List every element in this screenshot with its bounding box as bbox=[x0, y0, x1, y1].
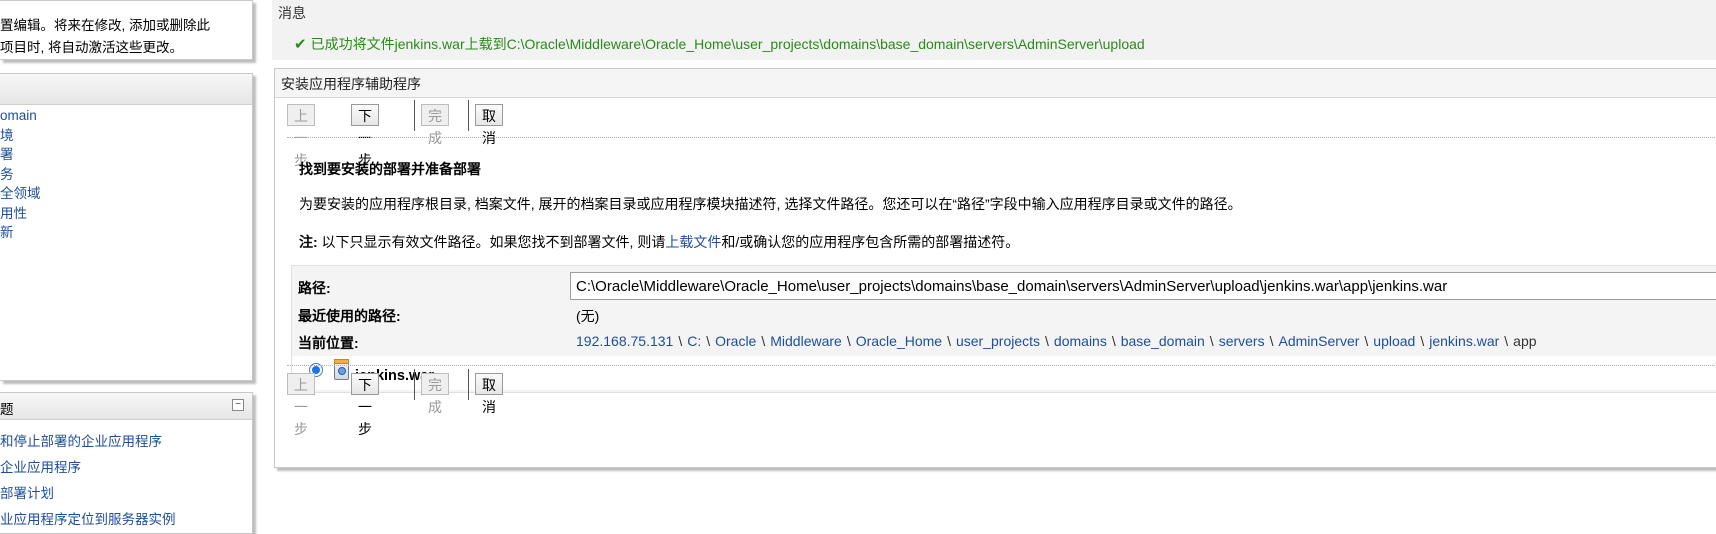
change-center-line: 置编辑。将来在修改, 添加或删除此 bbox=[0, 18, 211, 33]
instructions-text: 为要安装的应用程序根目录, 档案文件, 展开的档案目录或应用程序模块描述符, 选… bbox=[299, 196, 1242, 212]
wizard-header: 安装应用程序辅助程序 bbox=[275, 69, 1716, 98]
success-message-text: 已成功将文件jenkins.war上载到C:\Oracle\Middleware… bbox=[310, 36, 1145, 52]
next-button[interactable]: 下一步 bbox=[351, 373, 379, 437]
path-label: 路径: bbox=[298, 280, 331, 296]
next-button[interactable]: 下一步 bbox=[351, 104, 379, 168]
breadcrumb-separator: \ bbox=[1364, 333, 1369, 349]
file-list-row[interactable]: jenkins.war bbox=[292, 356, 1716, 390]
divider bbox=[287, 365, 1716, 366]
current-location-label: 当前位置: bbox=[298, 335, 359, 351]
breadcrumb-separator: \ bbox=[1209, 333, 1214, 349]
help-link-target-servers[interactable]: 业应用程序定位到服务器实例 bbox=[0, 507, 176, 533]
install-wizard-panel: 安装应用程序辅助程序 上一步 下一步 完成 取消 找到要安装的部署并准备部署 为… bbox=[274, 68, 1716, 468]
breadcrumb-link[interactable]: servers bbox=[1219, 333, 1265, 349]
breadcrumb-separator: \ bbox=[846, 333, 851, 349]
breadcrumb-separator: \ bbox=[1269, 333, 1274, 349]
button-separator bbox=[468, 369, 469, 400]
success-message: ✔ 已成功将文件jenkins.war上载到C:\Oracle\Middlewar… bbox=[294, 34, 1145, 54]
button-separator bbox=[414, 369, 415, 400]
change-center-line: 项目时, 将自动激活这些更改。 bbox=[0, 40, 184, 55]
divider bbox=[287, 137, 1716, 138]
tree-item-domain[interactable]: omain bbox=[0, 106, 41, 126]
tree-item-security-realms[interactable]: 全领域 bbox=[0, 184, 41, 204]
breadcrumb-link[interactable]: 192.168.75.131 bbox=[576, 333, 673, 349]
domain-structure-panel: omain 境 署 务 全领域 用性 新 bbox=[0, 73, 253, 381]
note-label: 注: bbox=[299, 234, 318, 250]
breadcrumb-separator: \ bbox=[1420, 333, 1425, 349]
section-heading: 找到要安装的部署并准备部署 bbox=[299, 161, 481, 177]
path-selection-box: 路径: 最近使用的路径: (无) 当前位置: 192.168.75.131\C:… bbox=[291, 265, 1716, 393]
help-topics-panel: 题 − 和停止部署的企业应用程序 企业应用程序 部署计划 业应用程序定位到服务器… bbox=[0, 392, 253, 534]
breadcrumb: 192.168.75.131 \ C: \ Oracle \ Middleware \ Orac… bbox=[576, 333, 1537, 349]
breadcrumb-separator: \ bbox=[678, 333, 683, 349]
breadcrumb-link[interactable]: base_domain bbox=[1121, 333, 1205, 349]
messages-area: 消息 ✔ 已成功将文件jenkins.war上载到C:\Oracle\Middle… bbox=[272, 0, 1716, 60]
finish-button[interactable]: 完成 bbox=[421, 373, 449, 415]
breadcrumb-separator: \ bbox=[1504, 333, 1509, 349]
note-text-before: 以下只显示有效文件路径。如果您找不到部署文件, 则请 bbox=[317, 234, 666, 250]
help-topic-links: 和停止部署的企业应用程序 企业应用程序 部署计划 业应用程序定位到服务器实例 bbox=[0, 429, 176, 533]
breadcrumb-link[interactable]: Oracle bbox=[715, 333, 756, 349]
domain-structure-header bbox=[0, 74, 252, 105]
note-text: 注: 以下只显示有效文件路径。如果您找不到部署文件, 则请上载文件和/或确认您的… bbox=[299, 232, 1019, 252]
breadcrumb-link[interactable]: user_projects bbox=[956, 333, 1040, 349]
recent-paths-value: (无) bbox=[576, 308, 600, 324]
breadcrumb-separator: \ bbox=[761, 333, 766, 349]
tree-item-environment[interactable]: 境 bbox=[0, 126, 41, 146]
tree-item-deployments[interactable]: 署 bbox=[0, 145, 41, 165]
help-link-deployment-plan[interactable]: 部署计划 bbox=[0, 481, 176, 507]
tree-item-diagnostics[interactable]: 新 bbox=[0, 223, 41, 243]
change-center-panel: 置编辑。将来在修改, 添加或删除此 项目时, 将自动激活这些更改。 bbox=[0, 0, 253, 60]
breadcrumb-separator: \ bbox=[947, 333, 951, 349]
help-link-enterprise-apps[interactable]: 企业应用程序 bbox=[0, 455, 176, 481]
button-separator bbox=[468, 100, 469, 131]
breadcrumb-link[interactable]: C: bbox=[687, 333, 701, 349]
breadcrumb-link[interactable]: AdminServer bbox=[1278, 333, 1359, 349]
breadcrumb-link[interactable]: Middleware bbox=[770, 333, 842, 349]
breadcrumb-link[interactable]: upload bbox=[1373, 333, 1415, 349]
check-icon: ✔ bbox=[294, 36, 307, 53]
messages-label: 消息 bbox=[278, 5, 306, 21]
breadcrumb-separator: \ bbox=[1045, 333, 1049, 349]
minus-box-icon[interactable]: − bbox=[232, 399, 244, 411]
back-button[interactable]: 上一步 bbox=[287, 104, 315, 168]
tree-item-interoperability[interactable]: 用性 bbox=[0, 204, 41, 224]
breadcrumb-current: app bbox=[1513, 333, 1537, 349]
recent-paths-label: 最近使用的路径: bbox=[298, 308, 401, 324]
war-archive-icon bbox=[334, 359, 349, 380]
help-topics-title: 题 bbox=[0, 402, 14, 417]
cancel-button[interactable]: 取消 bbox=[475, 373, 503, 415]
breadcrumb-link[interactable]: domains bbox=[1054, 333, 1107, 349]
finish-button[interactable]: 完成 bbox=[421, 104, 449, 146]
breadcrumb-separator: \ bbox=[706, 333, 711, 349]
cancel-button[interactable]: 取消 bbox=[475, 104, 503, 146]
domain-tree: omain 境 署 务 全领域 用性 新 bbox=[0, 106, 41, 243]
upload-file-link[interactable]: 上载文件 bbox=[665, 234, 721, 250]
path-input[interactable] bbox=[570, 272, 1716, 300]
help-topics-header: 题 − bbox=[0, 393, 252, 420]
change-center-text: 置编辑。将来在修改, 添加或删除此 项目时, 将自动激活这些更改。 bbox=[0, 15, 210, 59]
note-text-after: 和/或确认您的应用程序包含所需的部署描述符。 bbox=[721, 234, 1020, 250]
back-button[interactable]: 上一步 bbox=[287, 373, 315, 437]
button-separator bbox=[414, 100, 415, 131]
tree-item-services[interactable]: 务 bbox=[0, 165, 41, 185]
breadcrumb-link[interactable]: Oracle_Home bbox=[856, 333, 942, 349]
breadcrumb-separator: \ bbox=[1111, 333, 1116, 349]
wizard-title: 安装应用程序辅助程序 bbox=[281, 76, 421, 92]
help-link-start-stop[interactable]: 和停止部署的企业应用程序 bbox=[0, 429, 176, 455]
breadcrumb-link[interactable]: jenkins.war bbox=[1429, 333, 1499, 349]
